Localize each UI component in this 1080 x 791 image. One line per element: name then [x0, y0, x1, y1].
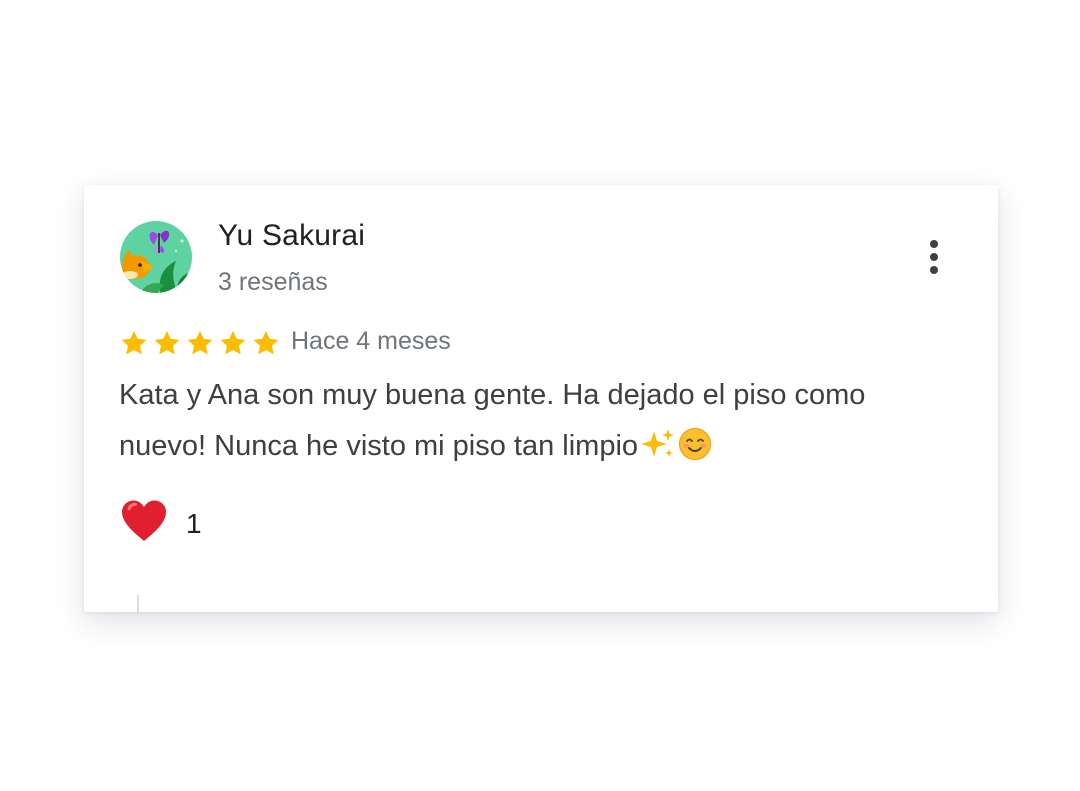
reply-thread-line	[137, 595, 139, 612]
star-icon	[253, 330, 279, 355]
fox-butterfly-avatar-icon	[120, 221, 192, 293]
smiling-face-icon	[678, 427, 712, 461]
star-icon	[187, 330, 213, 355]
sparkles-icon	[640, 427, 676, 461]
review-text: Kata y Ana son muy buena gente. Ha dejad…	[119, 370, 959, 472]
author-avatar[interactable]	[120, 221, 192, 293]
heart-icon	[120, 499, 168, 548]
more-vert-icon	[930, 240, 938, 248]
author-review-count[interactable]: 3 reseñas	[218, 268, 328, 297]
reaction-button[interactable]: 1	[120, 499, 202, 548]
review-text-body: Kata y Ana son muy buena gente. Ha dejad…	[119, 379, 866, 462]
star-icon	[121, 330, 147, 355]
review-date: Hace 4 meses	[291, 327, 451, 355]
star-icon	[220, 330, 246, 355]
author-name[interactable]: Yu Sakurai	[218, 219, 365, 253]
review-card: Yu Sakurai 3 reseñas Hace 4 meses Kata y…	[84, 185, 998, 612]
more-options-button[interactable]	[916, 235, 952, 279]
reaction-count: 1	[186, 507, 202, 539]
star-rating	[119, 329, 281, 358]
star-icon	[154, 330, 180, 355]
